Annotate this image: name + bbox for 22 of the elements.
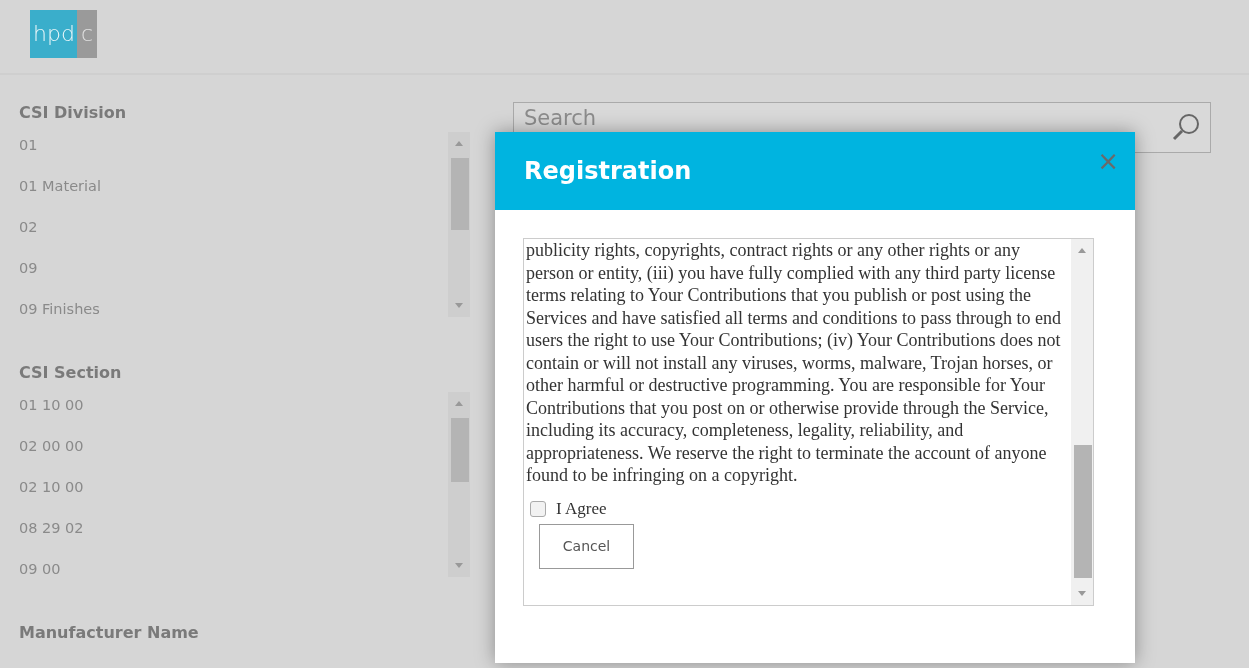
filter-heading: CSI Section [19,363,122,382]
search-icon[interactable] [1171,112,1201,142]
filter-option[interactable]: 02 [19,219,38,235]
filter-option[interactable]: 08 29 02 [19,520,84,536]
dialog-title: Registration [524,157,692,185]
filter-option[interactable]: 09 Finishes [19,301,100,317]
scrollbar-drawing[interactable] [448,132,470,317]
filter-option[interactable]: 09 [19,260,38,276]
agree-label[interactable]: I Agree [556,498,607,519]
terms-text: publicity rights, copyrights, contract rights or any other rights or any person or entity, (iii) you have fully complied with any third party license terms relating to Your Contributions that you publish or post using the Services and have satisfied all terms and conditions to pass through to end users the right to use Your Contributions; (iv) Your Contributions does not contain or will not install any viruses, worms, malware, Trojan horses, or other harmful or destructive programming. You are responsible for Your Contributions that you post on or otherwise provide through the Service, including its accuracy, completeness, legality, reliability, and appropriateness. We reserve the right to terminate the account of anyone found to be infringing on a copyright. [526,239,1062,487]
filter-option[interactable]: 02 00 00 [19,438,84,454]
filter-option[interactable]: 01 Material [19,178,101,194]
filter-option[interactable]: 02 10 00 [19,479,84,495]
filter-heading: Manufacturer Name [19,623,199,642]
filter-option[interactable]: 01 10 00 [19,397,84,413]
agree-checkbox[interactable] [530,500,546,517]
cancel-button[interactable]: Cancel [539,523,634,569]
scrollbar-drawing[interactable] [448,392,470,577]
scrollbar-drawing[interactable] [1071,239,1093,605]
filter-option[interactable]: 01 [19,137,38,153]
filter-option[interactable]: 09 00 [19,561,61,577]
filter-heading: CSI Division [19,103,127,122]
